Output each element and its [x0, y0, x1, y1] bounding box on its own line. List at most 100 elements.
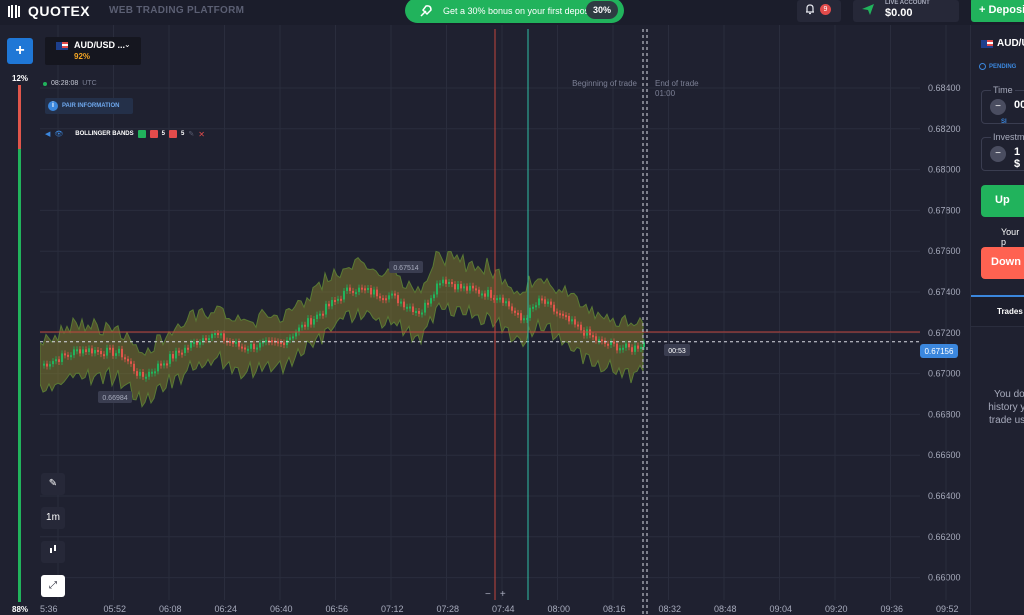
trade-asset[interactable]: AUD/U [981, 38, 1024, 49]
high-price-label: 0.67514 [393, 265, 418, 272]
x-tick-label: 09:04 [770, 604, 793, 614]
indicator-color-swatch[interactable] [149, 130, 158, 138]
account-switcher[interactable]: LIVE ACCOUNT $0.00 [853, 0, 959, 22]
candle [199, 342, 201, 345]
bollinger-band [40, 250, 644, 408]
investment-field[interactable]: Investm − 1 $ [981, 132, 1024, 171]
candle [58, 359, 60, 362]
server-clock: 08:28:08 UTC [43, 80, 97, 87]
candle [568, 315, 570, 322]
up-label: Up [995, 194, 1010, 206]
time-value: 00 [1014, 99, 1024, 111]
candle [169, 354, 171, 364]
candle [631, 347, 633, 352]
candle [487, 289, 489, 297]
candle [523, 318, 525, 321]
notification-count-badge: 9 [820, 4, 831, 15]
candle [328, 303, 330, 307]
bell-icon [804, 3, 816, 18]
candle [154, 371, 156, 374]
indicator-color-swatch[interactable] [137, 130, 146, 138]
candle [259, 342, 261, 348]
investment-label: Investm [991, 132, 1024, 142]
y-tick-label: 0.67000 [928, 369, 961, 379]
candle [634, 345, 636, 352]
up-button[interactable]: Up [981, 185, 1024, 217]
rocket-icon [413, 1, 439, 21]
candle [55, 359, 57, 362]
candle [343, 290, 345, 300]
add-chart-button[interactable]: + [7, 38, 33, 64]
candle [565, 315, 567, 318]
sentiment-buy-percent: 88% [12, 605, 29, 614]
expand-button[interactable]: ⤢ [41, 575, 65, 597]
candle [61, 353, 63, 362]
indicator-color-swatch[interactable] [168, 130, 177, 138]
candle [367, 287, 369, 290]
notifications-button[interactable]: 9 [797, 0, 841, 22]
platform-name: WEB TRADING PLATFORM [109, 5, 245, 16]
eye-icon[interactable]: 👁 [54, 130, 63, 138]
drawing-tool-button[interactable]: ✎ [41, 473, 65, 495]
collapse-left-icon[interactable]: ◀ [45, 130, 50, 138]
chart-type-button[interactable] [41, 541, 65, 563]
logo[interactable]: QUOTEX [6, 3, 90, 19]
candle [103, 354, 105, 357]
candle [556, 311, 558, 314]
candle [76, 349, 78, 352]
candle [208, 338, 210, 341]
info-icon: i [48, 101, 58, 111]
candle [454, 284, 456, 290]
candle [220, 333, 222, 336]
candle [541, 298, 543, 301]
clock-icon [979, 63, 986, 70]
candle [115, 353, 117, 356]
account-type-label: LIVE ACCOUNT [885, 0, 930, 6]
x-tick-label: 5:36 [40, 604, 58, 614]
y-tick-label: 0.68400 [928, 83, 961, 93]
candle [376, 289, 378, 297]
time-minus-button[interactable]: − [990, 99, 1006, 115]
asset-selector[interactable]: AUD/USD ... ⌄ 92% [45, 37, 141, 65]
end-of-trade-label: End of trade [655, 79, 699, 88]
candle [85, 349, 87, 353]
candle [157, 363, 159, 372]
candle [385, 298, 387, 301]
time-label: Time [991, 85, 1015, 95]
candle [436, 283, 438, 295]
price-chart[interactable]: 0.68400 0.68200 0.68000 0.67800 0.67600 0.674… [40, 25, 970, 615]
investment-value: 1 $ [1014, 146, 1021, 170]
candle [235, 341, 237, 344]
y-tick-label: 0.67200 [928, 328, 961, 338]
candle [586, 329, 588, 336]
pair-information-button[interactable]: i PAIR INFORMATION [45, 98, 133, 114]
pencil-icon[interactable]: ✎ [188, 130, 194, 138]
zoom-in-button[interactable]: + [500, 589, 506, 600]
y-tick-label: 0.68200 [928, 124, 961, 134]
candle [223, 333, 225, 341]
candle [562, 313, 564, 316]
x-tick-label: 07:28 [437, 604, 460, 614]
candle [544, 299, 546, 304]
close-icon[interactable]: ✕ [198, 130, 205, 139]
candle [397, 295, 399, 304]
candle [517, 312, 519, 315]
investment-minus-button[interactable]: − [990, 146, 1006, 162]
send-arrow-icon [861, 2, 875, 19]
zoom-out-button[interactable]: − [485, 589, 491, 600]
down-button[interactable]: Down [981, 247, 1024, 279]
pending-trade-toggle[interactable]: PENDING [979, 63, 1016, 70]
deposit-button[interactable]: + Deposit [971, 0, 1024, 22]
timeframe-button[interactable]: 1m [41, 507, 65, 529]
x-tick-label: 06:24 [215, 604, 238, 614]
candle [94, 349, 96, 354]
tab-trades[interactable]: Trades [997, 307, 1023, 316]
promo-banner[interactable]: Get a 30% bonus on your first deposit 30… [405, 0, 624, 23]
x-tick-label: 08:32 [659, 604, 682, 614]
x-tick-label: 09:52 [936, 604, 959, 614]
time-switch-link[interactable]: SI [1001, 119, 1007, 125]
candle [151, 371, 153, 374]
promo-text: Get a 30% bonus on your first deposit [443, 5, 594, 16]
candle [640, 346, 642, 349]
payout-text: Your p [1001, 227, 1020, 247]
